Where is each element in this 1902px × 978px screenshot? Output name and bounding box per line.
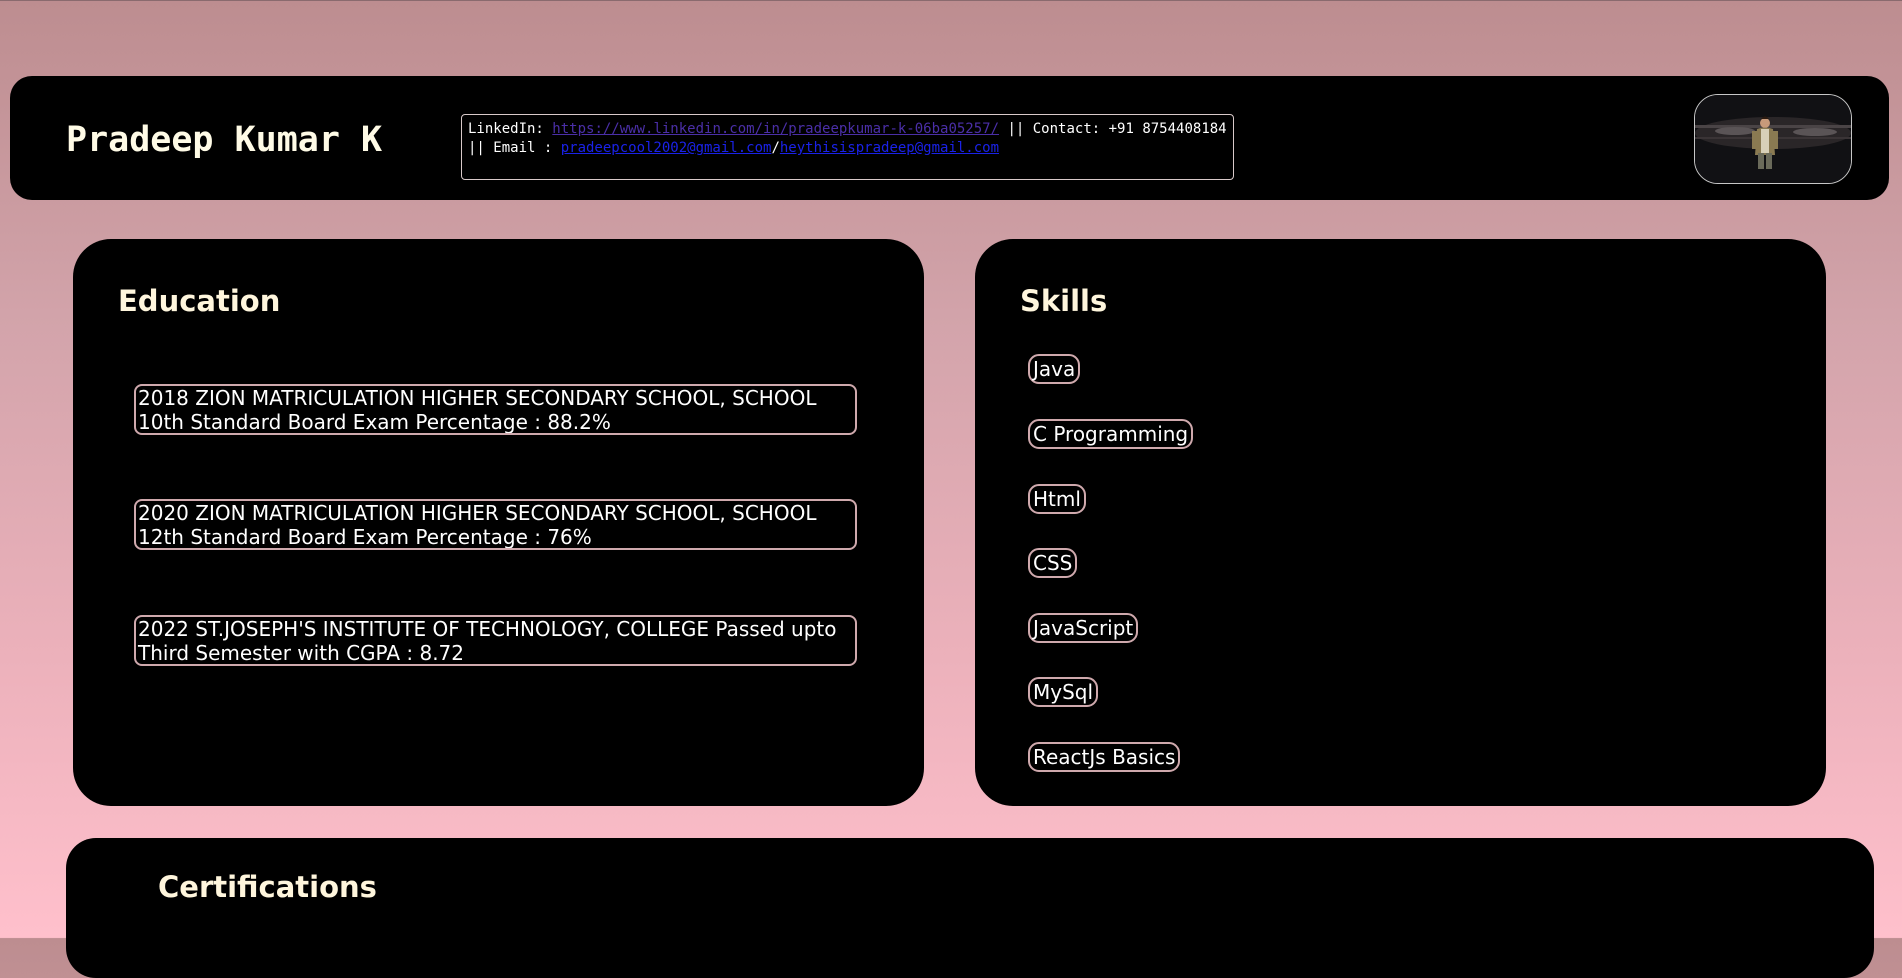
email-link-primary[interactable]: pradeepcool2002@gmail.com <box>561 140 772 156</box>
linkedin-link[interactable]: https://www.linkedin.com/in/pradeepkumar… <box>552 121 999 137</box>
profile-photo <box>1694 94 1852 184</box>
certifications-panel: Certifications <box>66 838 1874 978</box>
education-item-line1: 2022 ST.JOSEPH'S INSTITUTE OF TECHNOLOGY… <box>138 617 837 641</box>
profile-name: Pradeep Kumar K <box>66 120 383 160</box>
top-border <box>0 0 1902 1</box>
education-item-line1: 2018 ZION MATRICULATION HIGHER SECONDARY… <box>138 386 817 410</box>
linkedin-label: LinkedIn: <box>468 121 553 137</box>
skill-tag-mysql: MySql <box>1028 677 1099 707</box>
education-item: 2022 ST.JOSEPH'S INSTITUTE OF TECHNOLOGY… <box>134 615 857 666</box>
education-item-line2: Third Semester with CGPA : 8.72 <box>138 641 465 665</box>
skill-tag-reactjs-basics: ReactJs Basics <box>1028 742 1181 772</box>
email-link-secondary[interactable]: heythisispradeep@gmail.com <box>780 140 999 156</box>
education-item-line1: 2020 ZION MATRICULATION HIGHER SECONDARY… <box>138 501 817 525</box>
contact-box: LinkedIn: https://www.linkedin.com/in/pr… <box>461 114 1234 180</box>
education-title: Education <box>118 284 281 318</box>
profile-photo-image <box>1695 95 1851 183</box>
skill-tag-css: CSS <box>1028 548 1078 578</box>
education-item: 2020 ZION MATRICULATION HIGHER SECONDARY… <box>134 499 857 550</box>
certifications-title: Certifications <box>158 870 377 904</box>
skills-panel: Skills Java C Programming Html CSS JavaS… <box>975 239 1826 806</box>
email-separator: / <box>771 140 780 156</box>
skill-tag-javascript: JavaScript <box>1028 613 1139 643</box>
education-item: 2018 ZION MATRICULATION HIGHER SECONDARY… <box>134 384 857 435</box>
skill-tag-html: Html <box>1028 484 1086 514</box>
header-bar: Pradeep Kumar K LinkedIn: https://www.li… <box>10 76 1889 200</box>
education-panel: Education 2018 ZION MATRICULATION HIGHER… <box>73 239 924 806</box>
skill-tag-java: Java <box>1028 354 1081 384</box>
skill-tag-c-programming: C Programming <box>1028 419 1194 449</box>
skills-title: Skills <box>1020 284 1108 318</box>
education-item-line2: 12th Standard Board Exam Percentage : 76… <box>138 525 592 549</box>
education-item-line2: 10th Standard Board Exam Percentage : 88… <box>138 410 611 434</box>
